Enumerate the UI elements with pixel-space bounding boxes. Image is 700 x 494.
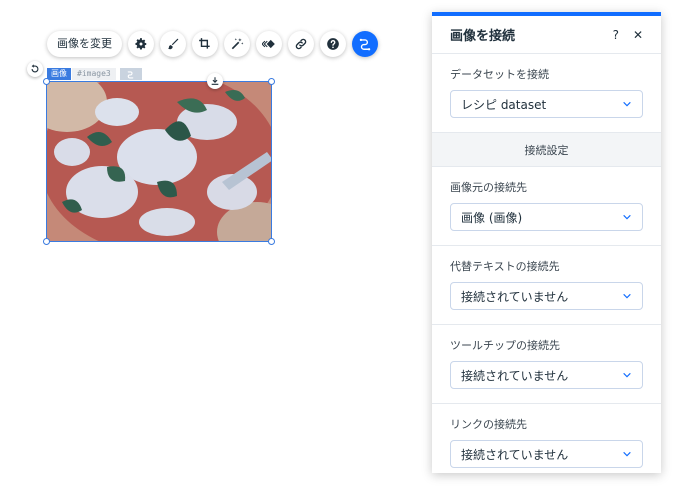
- help-icon: [327, 37, 339, 50]
- chevron-down-icon: [623, 293, 631, 299]
- help-button[interactable]: [320, 30, 346, 57]
- crop-button[interactable]: [192, 30, 218, 57]
- chevron-down-icon: [623, 372, 631, 378]
- connection-settings-header: 接続設定: [432, 133, 661, 167]
- enhance-button[interactable]: [224, 30, 250, 57]
- panel-close-button[interactable]: ✕: [633, 28, 643, 42]
- resize-handle-bottom-right[interactable]: [268, 238, 275, 245]
- resize-handle-top-left[interactable]: [43, 78, 50, 85]
- design-button[interactable]: [160, 30, 186, 57]
- image-source-section: 画像元の接続先 画像 (画像): [432, 167, 661, 246]
- image-source-dropdown-value: 画像 (画像): [461, 210, 523, 225]
- panel-header: 画像を接続 ? ✕: [432, 16, 661, 54]
- element-toolbar: 画像を変更: [47, 30, 384, 57]
- animation-button[interactable]: [256, 30, 282, 57]
- change-image-button[interactable]: 画像を変更: [47, 30, 122, 57]
- alt-text-dropdown-value: 接続されていません: [461, 289, 569, 304]
- connect-data-icon: [359, 38, 371, 50]
- element-id-tag[interactable]: #image3: [72, 68, 116, 80]
- rotate-handle[interactable]: [27, 61, 43, 77]
- link-label: リンクの接続先: [450, 418, 527, 431]
- rotate-icon: [31, 64, 39, 73]
- link-button[interactable]: [288, 30, 314, 57]
- alt-text-dropdown[interactable]: 接続されていません: [450, 282, 643, 310]
- image-source-label: 画像元の接続先: [450, 181, 527, 194]
- pizza-image[interactable]: [46, 81, 272, 242]
- panel-help-button[interactable]: ?: [613, 28, 619, 42]
- animation-icon: [262, 39, 275, 48]
- connect-data-button[interactable]: [352, 30, 378, 57]
- chevron-down-icon: [623, 451, 631, 457]
- settings-button[interactable]: [128, 30, 154, 57]
- magic-wand-icon: [231, 37, 244, 49]
- download-handle[interactable]: [207, 73, 223, 89]
- tooltip-dropdown[interactable]: 接続されていません: [450, 361, 643, 389]
- crop-icon: [199, 37, 210, 49]
- resize-handle-bottom-left[interactable]: [43, 238, 50, 245]
- chevron-down-icon: [623, 214, 631, 220]
- image-source-dropdown[interactable]: 画像 (画像): [450, 203, 643, 231]
- gear-icon: [135, 37, 147, 49]
- element-tags: 画像 #image3: [47, 68, 142, 80]
- dataset-section: データセットを接続 レシピ dataset: [432, 54, 661, 133]
- link-dropdown[interactable]: 接続されていません: [450, 440, 643, 468]
- brush-icon: [168, 38, 179, 49]
- tooltip-label: ツールチップの接続先: [450, 339, 560, 352]
- chevron-down-icon: [623, 101, 631, 107]
- link-dropdown-value: 接続されていません: [461, 447, 569, 462]
- connect-data-icon: [127, 70, 134, 78]
- panel-title: 画像を接続: [450, 29, 516, 44]
- tooltip-section: ツールチップの接続先 接続されていません: [432, 325, 661, 404]
- element-type-tag: 画像: [47, 68, 71, 80]
- alt-text-label: 代替テキストの接続先: [450, 260, 560, 273]
- download-icon: [211, 77, 219, 85]
- pizza-photo: [47, 82, 271, 241]
- link-icon: [295, 38, 307, 49]
- connection-badge[interactable]: [119, 68, 142, 80]
- connect-panel: 画像を接続 ? ✕ データセットを接続 レシピ dataset 接続設定 画像元…: [432, 12, 661, 473]
- link-section: リンクの接続先 接続されていません: [432, 404, 661, 473]
- dataset-label: データセットを接続: [450, 68, 549, 81]
- dataset-dropdown-value: レシピ dataset: [461, 97, 547, 112]
- resize-handle-top-right[interactable]: [268, 78, 275, 85]
- alt-text-section: 代替テキストの接続先 接続されていません: [432, 246, 661, 325]
- dataset-dropdown[interactable]: レシピ dataset: [450, 90, 643, 118]
- tooltip-dropdown-value: 接続されていません: [461, 368, 569, 383]
